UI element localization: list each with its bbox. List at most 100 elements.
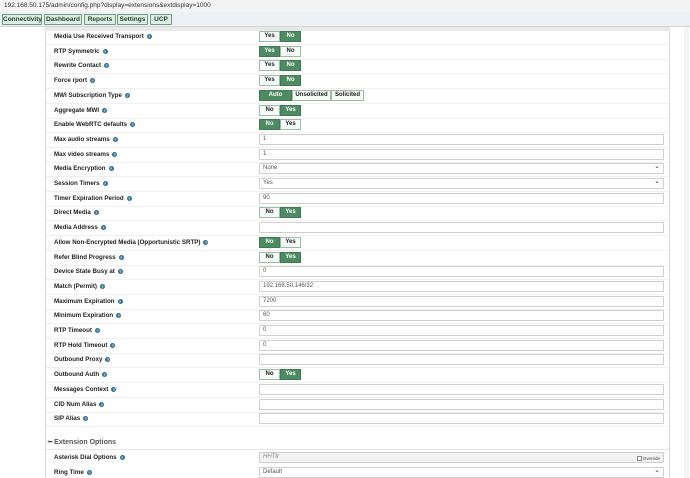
row-divider bbox=[46, 88, 669, 89]
help-icon[interactable]: ? bbox=[119, 454, 125, 460]
help-icon[interactable]: ? bbox=[126, 195, 132, 201]
force-rport-option-yes[interactable]: Yes bbox=[259, 75, 280, 86]
help-icon[interactable]: ? bbox=[112, 136, 118, 142]
row-divider bbox=[46, 73, 669, 74]
label-rtp-timeout: RTP Timeout? bbox=[54, 327, 100, 334]
help-icon[interactable]: ? bbox=[146, 33, 152, 39]
max-video-streams-input[interactable]: 1 bbox=[259, 149, 664, 160]
help-icon[interactable]: ? bbox=[108, 165, 114, 171]
messages-context-input[interactable] bbox=[259, 384, 664, 395]
rtp-timeout-input[interactable]: 0 bbox=[259, 325, 664, 336]
row-divider bbox=[46, 103, 669, 104]
help-icon[interactable]: ? bbox=[124, 92, 130, 98]
help-icon[interactable]: ? bbox=[117, 268, 123, 274]
help-icon[interactable]: ? bbox=[102, 48, 108, 54]
media-use-received-transport-option-yes[interactable]: Yes bbox=[259, 31, 280, 42]
help-icon[interactable]: ? bbox=[83, 415, 89, 421]
enable-webrtc-defaults-option-yes[interactable]: Yes bbox=[280, 119, 301, 130]
outbound-auth-toggle: No Yes bbox=[259, 369, 301, 380]
force-rport-option-no[interactable]: No bbox=[280, 75, 301, 86]
refer-blind-progress-toggle: No Yes bbox=[259, 252, 301, 263]
label-ring-time: Ring Time? bbox=[54, 469, 92, 476]
help-icon[interactable]: ? bbox=[90, 77, 96, 83]
help-icon[interactable]: ? bbox=[94, 327, 100, 333]
max-audio-streams-input[interactable]: 1 bbox=[259, 134, 664, 145]
help-icon[interactable]: ? bbox=[99, 401, 105, 407]
rewrite-contact-option-no[interactable]: No bbox=[280, 60, 301, 71]
url-bar[interactable]: 192.168.50.175/admin/config.php?display=… bbox=[0, 0, 690, 12]
aggregate-mwi-option-yes[interactable]: Yes bbox=[280, 105, 301, 116]
tab-reports[interactable]: Reports bbox=[84, 14, 116, 25]
row-divider bbox=[46, 59, 669, 60]
media-encryption-select[interactable]: None bbox=[259, 162, 664, 174]
match-permit-input[interactable]: 192.168.50.146/32 bbox=[259, 281, 664, 292]
help-icon[interactable]: ? bbox=[203, 239, 209, 245]
help-icon[interactable]: ? bbox=[118, 254, 124, 260]
ring-time-select[interactable]: Default bbox=[259, 466, 664, 478]
refer-blind-progress-option-no[interactable]: No bbox=[259, 252, 280, 263]
help-icon[interactable]: ? bbox=[105, 356, 111, 362]
mwi-subscription-type-option-unsolicited[interactable]: Unsolicited bbox=[292, 90, 331, 101]
help-icon[interactable]: ? bbox=[102, 180, 108, 186]
mwi-subscription-type-option-auto[interactable]: Auto bbox=[259, 90, 292, 101]
mwi-subscription-type-toggle: Auto Unsolicited Solicited bbox=[259, 90, 364, 101]
refer-blind-progress-option-yes[interactable]: Yes bbox=[280, 252, 301, 263]
section-header[interactable]: ━ Extension Options bbox=[48, 438, 116, 446]
label-media-encryption: Media Encryption? bbox=[54, 165, 114, 172]
row-divider bbox=[46, 132, 669, 133]
media-address-input[interactable] bbox=[259, 222, 664, 233]
rtp-symmetric-option-yes[interactable]: Yes bbox=[259, 46, 280, 57]
row-divider bbox=[46, 44, 669, 45]
rtp-hold-timeout-input[interactable]: 0 bbox=[259, 340, 664, 351]
help-icon[interactable]: ? bbox=[99, 283, 105, 289]
sip-alias-input[interactable] bbox=[259, 413, 664, 424]
mwi-subscription-type-option-solicited[interactable]: Solicited bbox=[331, 90, 364, 101]
device-state-busy-at-input[interactable]: 0 bbox=[259, 266, 664, 277]
enable-webrtc-defaults-option-no[interactable]: No bbox=[259, 119, 280, 130]
help-icon[interactable]: ? bbox=[116, 312, 122, 318]
help-icon[interactable]: ? bbox=[130, 121, 136, 127]
session-timers-select[interactable]: Yes bbox=[259, 177, 664, 189]
minimum-expiration-input[interactable]: 60 bbox=[259, 310, 664, 321]
help-icon[interactable]: ? bbox=[100, 224, 106, 230]
timer-expiration-period-input[interactable]: 90 bbox=[259, 193, 664, 204]
outbound-proxy-input[interactable] bbox=[259, 354, 664, 365]
override-checkbox[interactable]: Override bbox=[636, 454, 660, 463]
outbound-auth-option-no[interactable]: No bbox=[259, 369, 280, 380]
help-icon[interactable]: ? bbox=[112, 151, 118, 157]
asterisk-dial-options-input[interactable]: HHTtr Override bbox=[259, 452, 664, 463]
direct-media-option-yes[interactable]: Yes bbox=[280, 207, 301, 218]
row-divider bbox=[46, 323, 669, 324]
help-icon[interactable]: ? bbox=[110, 342, 116, 348]
media-use-received-transport-option-no[interactable]: No bbox=[280, 31, 301, 42]
label-device-state-busy-at: Device State Busy at? bbox=[54, 268, 123, 275]
help-icon[interactable]: ? bbox=[111, 386, 117, 392]
rtp-symmetric-option-no[interactable]: No bbox=[280, 46, 301, 57]
tab-dashboard[interactable]: Dashboard bbox=[44, 14, 82, 25]
tab-connectivity[interactable]: Connectivity bbox=[2, 14, 42, 25]
help-icon[interactable]: ? bbox=[104, 62, 110, 68]
help-icon[interactable]: ? bbox=[102, 107, 108, 113]
row-divider bbox=[46, 426, 669, 427]
allow-non-encrypted-media-opportunistic-srtp-option-no[interactable]: No bbox=[259, 237, 280, 248]
checkbox-icon[interactable] bbox=[636, 456, 642, 462]
help-icon[interactable]: ? bbox=[93, 209, 99, 215]
page-scrollbar[interactable] bbox=[684, 27, 689, 478]
aggregate-mwi-option-no[interactable]: No bbox=[259, 105, 280, 116]
label-outbound-proxy: Outbound Proxy? bbox=[54, 356, 111, 363]
tab-settings[interactable]: Settings bbox=[117, 14, 148, 25]
help-icon[interactable]: ? bbox=[86, 469, 92, 475]
maximum-expiration-input[interactable]: 7200 bbox=[259, 296, 664, 307]
tab-ucp[interactable]: UCP bbox=[150, 14, 172, 25]
help-icon[interactable]: ? bbox=[117, 298, 123, 304]
collapse-icon: ━ bbox=[48, 439, 53, 446]
outbound-auth-option-yes[interactable]: Yes bbox=[280, 369, 301, 380]
allow-non-encrypted-media-opportunistic-srtp-option-yes[interactable]: Yes bbox=[280, 237, 301, 248]
section-title: Extension Options bbox=[54, 439, 117, 446]
help-icon[interactable]: ? bbox=[102, 371, 108, 377]
direct-media-option-no[interactable]: No bbox=[259, 207, 280, 218]
rewrite-contact-option-yes[interactable]: Yes bbox=[259, 60, 280, 71]
label-rewrite-contact: Rewrite Contact? bbox=[54, 62, 110, 69]
enable-webrtc-defaults-toggle: No Yes bbox=[259, 119, 301, 130]
cid-num-alias-input[interactable] bbox=[259, 399, 664, 410]
